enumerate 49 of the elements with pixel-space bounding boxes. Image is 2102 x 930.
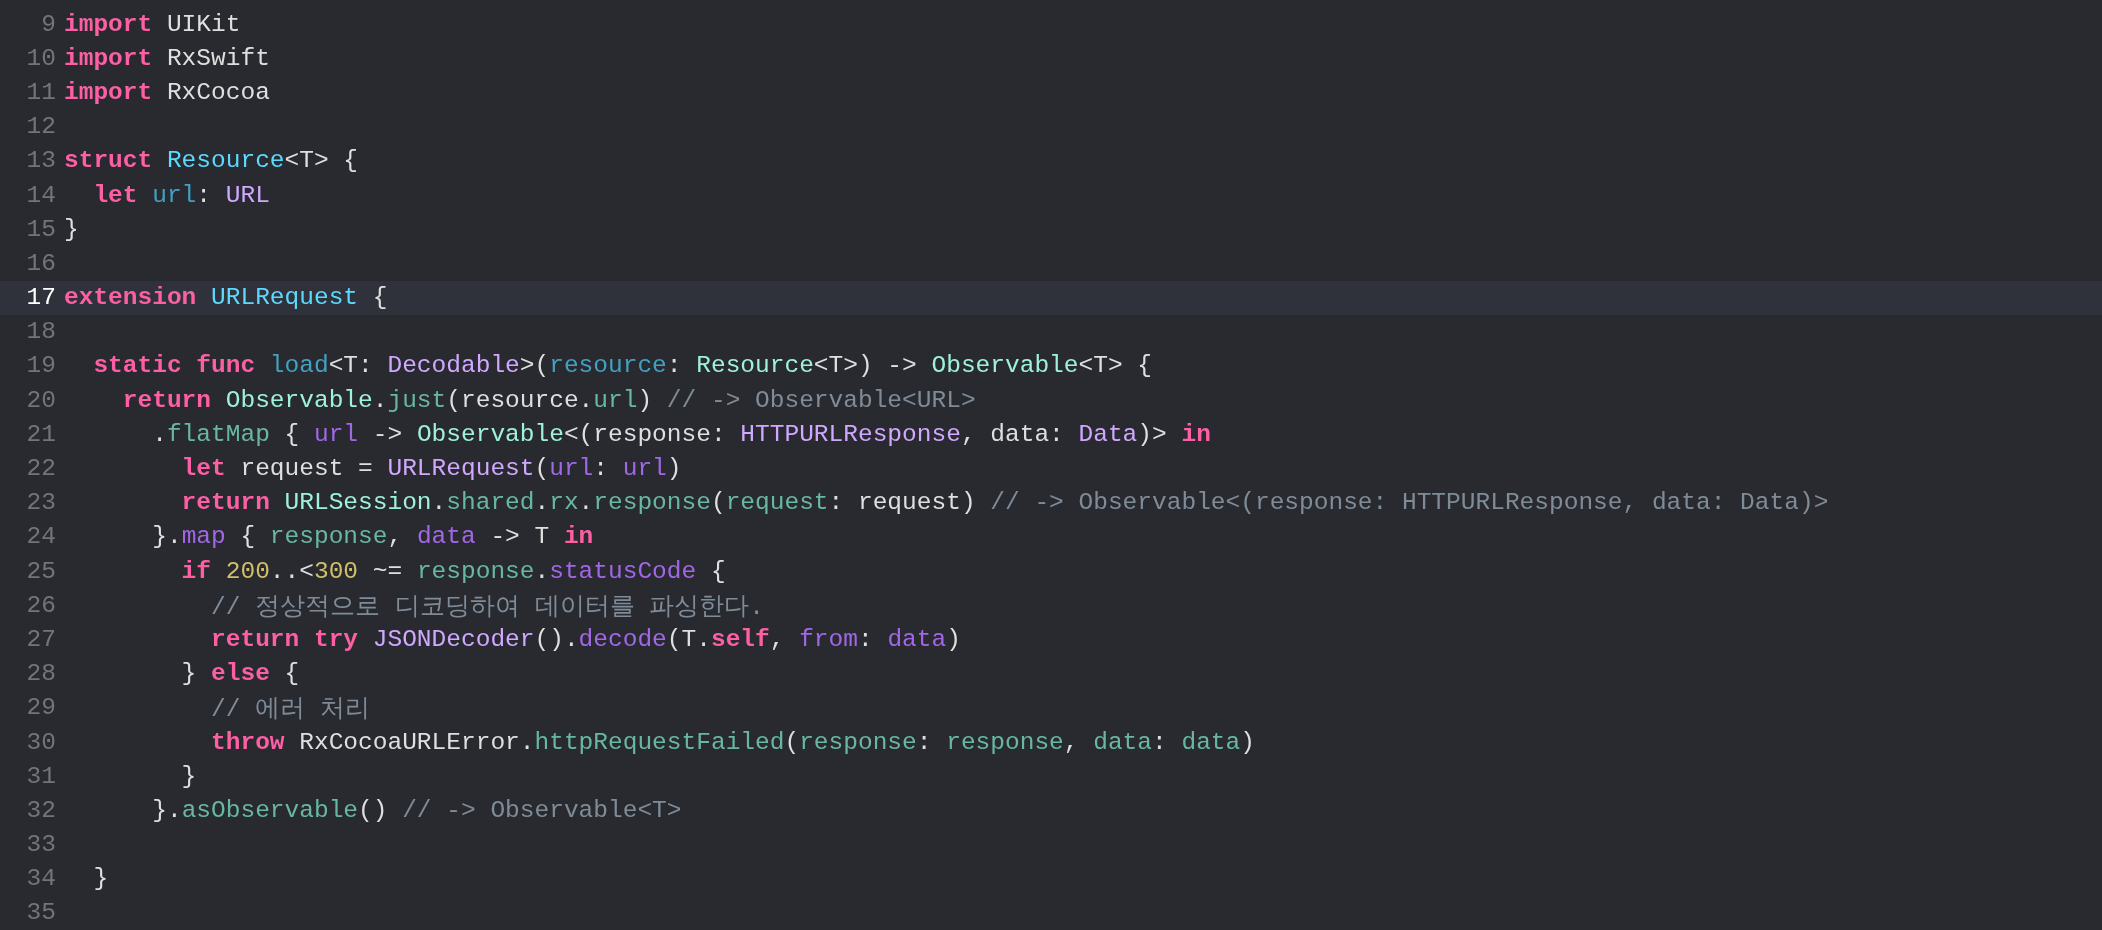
code-line: import RxCocoa [64,78,270,106]
line-number: 24 [25,523,56,551]
code-line: }.map { response, data -> T in [151,523,594,551]
line-number: 22 [25,455,56,483]
code-line: } [64,215,79,243]
line-number: 16 [25,249,56,277]
line-number: 19 [25,352,56,380]
code-line: return URLSession.shared.rx.response(request: request) // -> Observable<(response: HTTPURLResponse, data: Data)> [180,489,1829,517]
code-line: static func load<T: Decodable>(resource: Resource<T>) -> Observable<T> { [92,352,1153,380]
line-number: 27 [25,625,56,653]
code-line: struct Resource<T> { [64,147,359,175]
code-line: let url: URL [92,181,270,209]
line-number: 31 [25,762,56,790]
code-line: } [92,865,109,893]
code-line: return try JSONDecoder().decode(T.self, from: data) [210,625,961,653]
line-number: 21 [25,420,56,448]
line-number: 34 [25,865,56,893]
line-number: 20 [25,386,56,414]
line-number: 15 [25,215,56,243]
line-number: 32 [25,796,56,824]
code-line: extension URLRequest { [64,284,388,312]
code-line: if 200..<300 ~= response.statusCode { [180,557,726,585]
code-line: .flatMap { url -> Observable<(response: HTTPURLResponse, data: Data)> in [151,420,1211,448]
code-line: // 정상적으로 디코딩하여 데이터를 파싱한다. [210,592,764,622]
line-number: 9 [40,10,56,38]
line-number: 12 [25,113,56,141]
code-line: return Observable.just(resource.url) // -> Observable<URL> [121,386,976,414]
line-number: 29 [25,694,56,722]
line-number: 26 [25,591,56,619]
line-number: 35 [25,899,56,927]
line-number: 30 [25,728,56,756]
line-number: 18 [25,318,56,346]
code-line: import RxSwift [64,44,270,72]
line-number: 11 [25,78,56,106]
line-number: 13 [25,147,56,175]
code-line: import UIKit [64,10,241,38]
code-line: }.asObservable() // -> Observable<T> [151,796,682,824]
line-number: 33 [25,831,56,859]
code-line: let request = URLRequest(url: url) [180,455,682,483]
code-line: // 에러 처리 [210,695,370,725]
line-number: 25 [25,557,56,585]
code-line: } else { [180,660,300,688]
code-line: throw RxCocoaURLError.httpRequestFailed(response: response, data: data) [210,728,1255,756]
line-number: 28 [25,660,56,688]
line-number: 23 [25,489,56,517]
code-line: } [180,762,197,790]
line-number: 14 [25,181,56,209]
line-number: 17 [25,284,56,312]
line-number: 10 [25,44,56,72]
